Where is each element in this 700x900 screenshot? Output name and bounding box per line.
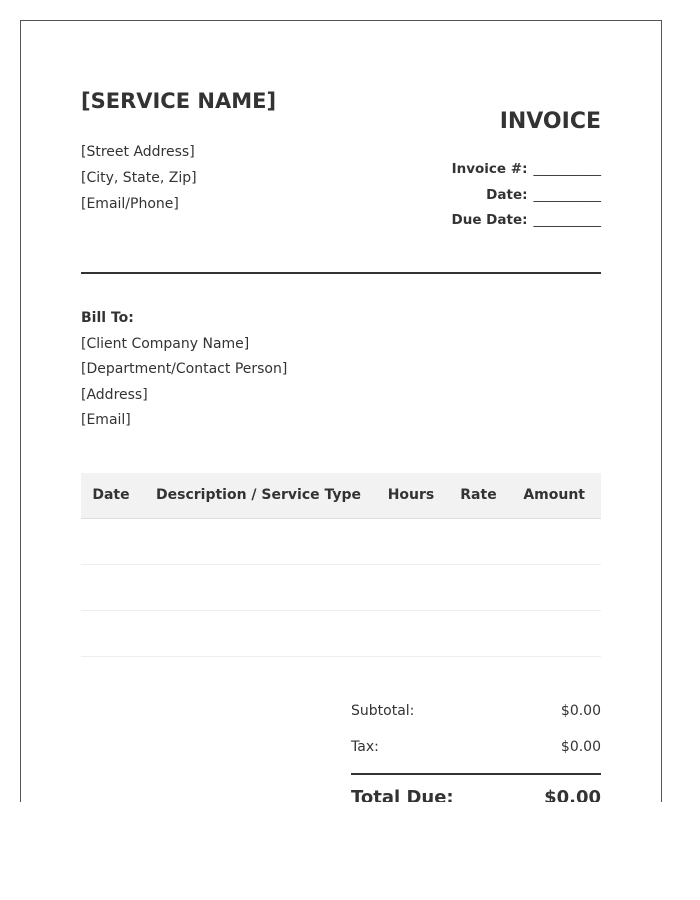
invoice-number-blank: __________ (533, 161, 602, 177)
row-description-cell (141, 610, 371, 657)
row-hours-cell (371, 610, 451, 657)
header-hours: Hours (371, 473, 451, 519)
service-city: [City, State, Zip] (81, 170, 197, 186)
client-address: [Address] (81, 386, 148, 403)
invoice-due-label: Due Date: (451, 212, 528, 228)
invoice-number-row: Invoice #: __________ (341, 161, 601, 187)
table-header-row: Date Description / Service Type Hours Ra… (81, 473, 601, 519)
invoice-due-row: Due Date: __________ (341, 212, 602, 238)
tax-value: $0.00 (560, 739, 601, 755)
bill-to-block: Bill To: [Client Company Name] [Departme… (81, 306, 287, 434)
table-row (81, 518, 601, 565)
tax-label: Tax: (351, 739, 379, 755)
invoice-title: INVOICE (499, 109, 601, 134)
row-date-cell (81, 610, 141, 657)
subtotal-value: $0.00 (560, 703, 601, 719)
service-contact: [Email/Phone] (81, 196, 179, 212)
tax-row: Tax: $0.00 (351, 729, 601, 765)
invoice-date-row: Date: __________ (341, 187, 601, 213)
header-rate: Rate (451, 473, 506, 519)
invoice-number-label: Invoice #: (451, 161, 528, 177)
total-due-value: $0.00 (544, 786, 601, 803)
header-date: Date (81, 473, 141, 519)
service-address-block: [Street Address] [City, State, Zip] [Ema… (81, 139, 197, 217)
invoice-date-label: Date: (486, 186, 528, 203)
bill-to-label: Bill To: (81, 310, 134, 326)
row-amount-cell (506, 610, 601, 657)
row-hours-cell (371, 564, 451, 611)
row-description-cell (141, 518, 371, 565)
row-hours-cell (371, 518, 451, 565)
subtotal-label: Subtotal: (351, 703, 415, 719)
row-amount-cell (506, 518, 601, 565)
row-amount-cell (506, 564, 601, 611)
header-description: Description / Service Type (141, 473, 371, 519)
table-row (81, 564, 601, 611)
invoice-date-blank: __________ (533, 186, 602, 203)
service-name: [SERVICE NAME] (81, 89, 277, 113)
row-description-cell (141, 564, 371, 611)
total-due-label: Total Due: (351, 786, 454, 803)
totals-block: Subtotal: $0.00 Tax: $0.00 Total Due: $0… (351, 693, 601, 802)
subtotal-row: Subtotal: $0.00 (351, 693, 601, 729)
row-date-cell (81, 518, 141, 565)
row-rate-cell (451, 610, 506, 657)
invoice-meta: Invoice #: __________ Date: __________ D… (341, 161, 602, 238)
header-divider (81, 272, 601, 274)
invoice-due-blank: __________ (533, 212, 602, 228)
service-street: [Street Address] (81, 144, 195, 160)
row-date-cell (81, 564, 141, 611)
table-row (81, 610, 601, 657)
line-items-table: Date Description / Service Type Hours Ra… (81, 473, 601, 657)
row-rate-cell (451, 564, 506, 611)
client-company: [Client Company Name] (81, 335, 250, 352)
client-email: [Email] (81, 412, 131, 428)
row-rate-cell (451, 518, 506, 565)
header-amount: Amount (506, 473, 601, 519)
invoice-sheet: [SERVICE NAME] [Street Address] [City, S… (20, 20, 662, 802)
client-contact: [Department/Contact Person] (81, 361, 288, 377)
total-due-row: Total Due: $0.00 (351, 775, 601, 803)
